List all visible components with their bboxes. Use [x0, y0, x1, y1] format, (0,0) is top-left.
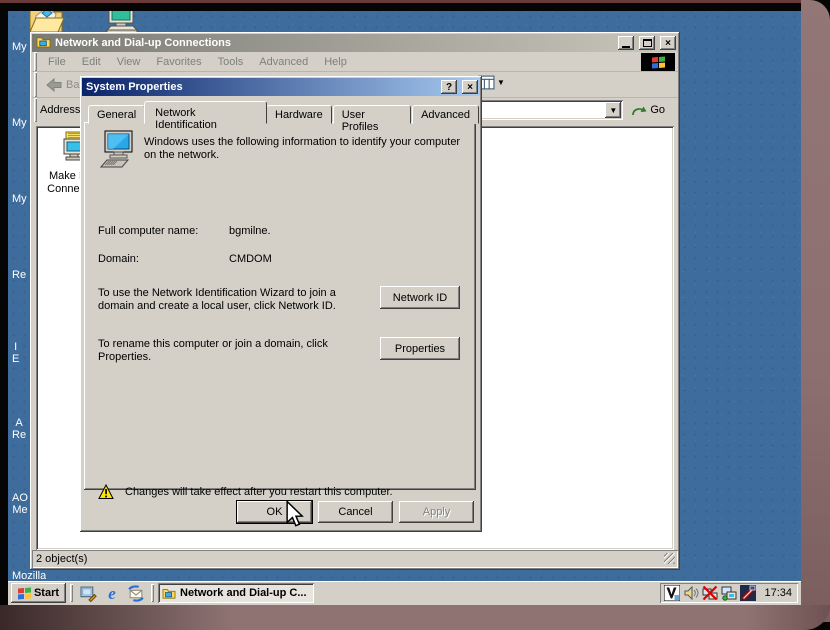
tab-user-profiles[interactable]: User Profiles [333, 105, 411, 124]
full-computer-name-label: Full computer name: [98, 225, 198, 238]
remote-control-icon[interactable] [740, 585, 756, 601]
internet-explorer-icon[interactable]: e [101, 583, 123, 603]
warning-icon [98, 484, 114, 500]
dialog-titlebar[interactable]: System Properties ? × [82, 78, 480, 96]
status-text: 2 object(s) [36, 553, 87, 565]
desktop-label[interactable]: My [12, 193, 27, 205]
windows-logo-icon [18, 587, 31, 599]
tab-hardware[interactable]: Hardware [266, 105, 332, 124]
window-titlebar[interactable]: Network and Dial-up Connections × [32, 34, 678, 52]
mouse-cursor [285, 500, 304, 533]
menu-file[interactable]: File [40, 54, 74, 70]
network-id-button[interactable]: Network ID [380, 286, 460, 309]
taskbar-separator [70, 584, 73, 602]
cancel-button[interactable]: Cancel [318, 501, 393, 523]
desktop-label[interactable]: I E [12, 341, 19, 365]
folder-icon [162, 587, 176, 599]
start-button[interactable]: Start [11, 583, 66, 603]
menu-tools[interactable]: Tools [210, 54, 252, 70]
full-computer-name-value: bgmilne. [229, 225, 271, 238]
maximize-button[interactable] [639, 36, 655, 50]
minimize-button[interactable] [618, 36, 634, 50]
menu-favorites[interactable]: Favorites [148, 54, 209, 70]
monitor-frame: My D My My Re I E A Re AO Me Mozilla Net… [0, 0, 830, 630]
resize-grip[interactable] [664, 553, 675, 564]
taskbar-separator [151, 584, 154, 602]
chevron-down-icon: ▼ [497, 78, 505, 87]
volume-icon[interactable] [683, 585, 699, 601]
bezel-bottom [0, 605, 830, 630]
menu-help[interactable]: Help [316, 54, 355, 70]
menu-edit[interactable]: Edit [74, 54, 109, 70]
toolbar-grabber[interactable] [34, 72, 37, 97]
menu-advanced[interactable]: Advanced [251, 54, 316, 70]
status-bar: 2 object(s) [32, 550, 678, 568]
menu-view[interactable]: View [109, 54, 149, 70]
apply-button[interactable]: Apply [399, 501, 474, 523]
show-desktop-icon[interactable] [77, 583, 99, 603]
properties-button[interactable]: Properties [380, 337, 460, 360]
restart-warning: Changes will take effect after you resta… [98, 484, 393, 500]
vnc-icon[interactable] [664, 585, 680, 601]
windows-logo-throbber [641, 53, 675, 71]
views-button[interactable]: ▼ [478, 75, 505, 90]
folder-icon [36, 35, 51, 51]
desktop-label[interactable]: My [12, 117, 27, 129]
menu-bar: File Edit View Favorites Tools Advanced … [32, 52, 678, 72]
close-button[interactable]: × [660, 36, 676, 50]
desktop-label[interactable]: AO Me [12, 492, 28, 516]
help-button[interactable]: ? [441, 80, 457, 94]
tab-general[interactable]: General [88, 105, 145, 124]
back-arrow-icon [46, 78, 62, 92]
tab-strip: General Network Identification Hardware … [88, 102, 480, 124]
go-button[interactable]: Go [631, 104, 665, 117]
go-arrow-icon [631, 104, 647, 117]
tab-advanced[interactable]: Advanced [412, 105, 479, 124]
domain-value: CMDOM [229, 253, 272, 266]
outlook-express-icon[interactable] [125, 583, 147, 603]
address-dropdown-button[interactable]: ▼ [605, 102, 621, 118]
intro-text: Windows uses the following information t… [144, 136, 470, 162]
network-connection-icon[interactable] [721, 585, 737, 601]
address-label: Address [40, 104, 80, 116]
domain-label: Domain: [98, 253, 139, 266]
dialog-title: System Properties [86, 81, 436, 93]
window-title: Network and Dial-up Connections [55, 37, 613, 49]
network-id-description: To use the Network Identification Wizard… [98, 287, 374, 313]
warning-text: Changes will take effect after you resta… [125, 486, 393, 499]
bezel-top [0, 0, 801, 3]
properties-description: To rename this computer or join a domain… [98, 338, 374, 364]
tab-page: Windows uses the following information t… [84, 122, 476, 490]
close-icon[interactable]: × [462, 80, 478, 94]
task-button-network-connections[interactable]: Network and Dial-up C... [158, 583, 314, 603]
desktop-label[interactable]: A Re [12, 417, 26, 441]
desktop[interactable]: My D My My Re I E A Re AO Me Mozilla Net… [8, 11, 801, 605]
clock: 17:34 [764, 587, 792, 599]
computer-icon [98, 130, 140, 175]
toolbar-grabber[interactable] [34, 52, 37, 71]
desktop-label[interactable]: Re [12, 269, 26, 281]
taskbar: Start e [8, 581, 801, 605]
tab-network-identification[interactable]: Network Identification [144, 101, 267, 124]
system-properties-dialog: System Properties ? × General Network Id… [80, 76, 482, 532]
bezel-right [801, 0, 830, 622]
toolbar-grabber[interactable] [34, 98, 37, 122]
system-tray: 17:34 [660, 583, 798, 603]
network-disconnected-icon[interactable] [702, 585, 718, 601]
